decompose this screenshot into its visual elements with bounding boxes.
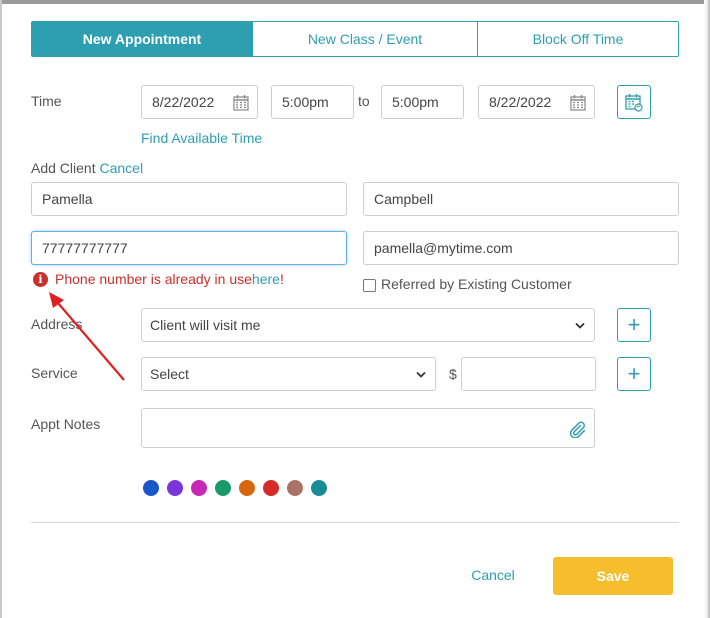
end-date-field[interactable]: 8/22/2022 <box>478 85 595 119</box>
color-swatch[interactable] <box>263 480 279 496</box>
service-selected-value: Select <box>150 366 189 382</box>
referred-checkbox[interactable] <box>363 279 376 292</box>
service-label: Service <box>31 365 78 381</box>
cancel-client-link[interactable]: Cancel <box>99 160 143 176</box>
calendar-icon[interactable] <box>233 94 249 111</box>
color-swatch[interactable] <box>167 480 183 496</box>
start-time-value: 5:00pm <box>282 94 329 110</box>
color-swatch[interactable] <box>239 480 255 496</box>
color-swatch[interactable] <box>311 480 327 496</box>
window-left-edge <box>0 0 2 618</box>
error-info-icon: i <box>33 271 48 287</box>
calendar-refresh-icon <box>625 93 643 112</box>
phone-input[interactable]: 77777777777 <box>31 231 347 265</box>
address-selected-value: Client will visit me <box>150 317 261 333</box>
calendar-icon[interactable] <box>570 94 586 111</box>
end-time-value: 5:00pm <box>392 94 439 110</box>
cancel-button[interactable]: Cancel <box>458 562 528 588</box>
time-label: Time <box>31 93 62 109</box>
email-input[interactable]: pamella@mytime.com <box>363 231 679 265</box>
color-swatch[interactable] <box>215 480 231 496</box>
price-input[interactable] <box>461 357 596 391</box>
phone-value: 77777777777 <box>42 240 128 256</box>
footer-divider <box>31 522 679 523</box>
currency-symbol: $ <box>449 366 457 382</box>
window-top-edge <box>0 0 710 4</box>
end-date-value: 8/22/2022 <box>489 94 552 110</box>
start-date-value: 8/22/2022 <box>152 94 215 110</box>
service-select[interactable]: Select <box>141 357 436 391</box>
plus-icon: + <box>627 361 641 386</box>
tab-block-off-time[interactable]: Block Off Time <box>477 22 678 56</box>
save-button[interactable]: Save <box>553 557 673 595</box>
add-service-button[interactable]: + <box>617 357 651 391</box>
find-available-time-link[interactable]: Find Available Time <box>141 130 262 146</box>
tab-new-appointment[interactable]: New Appointment <box>32 22 252 56</box>
referred-label[interactable]: Referred by Existing Customer <box>381 276 572 292</box>
phone-error-here-link[interactable]: here <box>252 271 280 287</box>
calendar-sync-button[interactable] <box>617 85 651 119</box>
phone-error-message: i Phone number is already in use here! <box>33 271 284 287</box>
chevron-down-icon <box>416 371 426 378</box>
last-name-input[interactable]: Campbell <box>363 182 679 216</box>
first-name-value: Pamella <box>42 191 93 207</box>
appt-notes-input[interactable] <box>141 408 595 448</box>
phone-error-text: Phone number is already in use <box>55 271 252 287</box>
to-label: to <box>358 93 370 109</box>
color-swatch[interactable] <box>191 480 207 496</box>
add-client-heading: Add Client Cancel <box>31 160 143 176</box>
start-time-field[interactable]: 5:00pm <box>271 85 354 119</box>
chevron-down-icon <box>575 322 585 329</box>
add-address-button[interactable]: + <box>617 308 651 342</box>
address-label: Address <box>31 316 83 332</box>
end-time-field[interactable]: 5:00pm <box>381 85 464 119</box>
paperclip-icon[interactable] <box>568 420 586 438</box>
appointment-type-tabs: New Appointment New Class / Event Block … <box>31 21 679 57</box>
appt-notes-label: Appt Notes <box>31 416 101 432</box>
plus-icon: + <box>627 312 641 337</box>
add-client-label: Add Client <box>31 160 96 176</box>
tab-new-class-event[interactable]: New Class / Event <box>252 22 477 56</box>
first-name-input[interactable]: Pamella <box>31 182 347 216</box>
color-swatch[interactable] <box>287 480 303 496</box>
last-name-value: Campbell <box>374 191 434 207</box>
phone-error-end: ! <box>279 271 284 287</box>
color-swatch[interactable] <box>143 480 159 496</box>
email-value: pamella@mytime.com <box>374 240 513 256</box>
start-date-field[interactable]: 8/22/2022 <box>141 85 258 119</box>
address-select[interactable]: Client will visit me <box>141 308 595 342</box>
